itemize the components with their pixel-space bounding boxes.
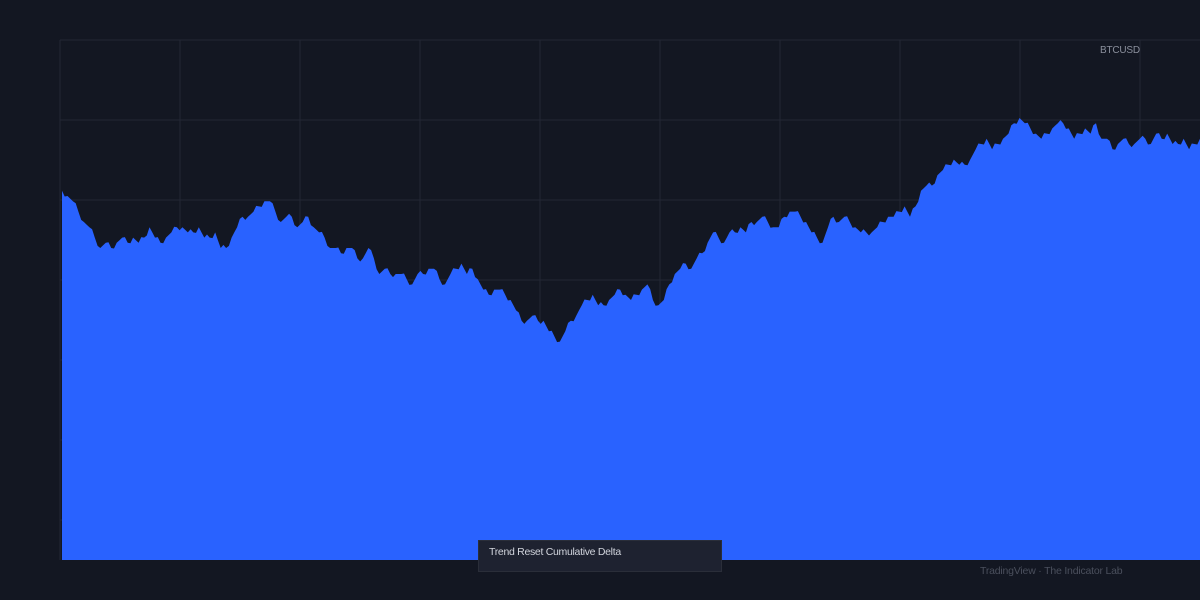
symbol-label: BTCUSD <box>1100 45 1140 56</box>
series-area-fill <box>62 118 1200 560</box>
chart-area <box>59 39 1200 560</box>
watermark: TradingView · The Indicator Lab <box>980 565 1123 577</box>
indicator-name-label: Trend Reset Cumulative Delta <box>478 540 722 572</box>
